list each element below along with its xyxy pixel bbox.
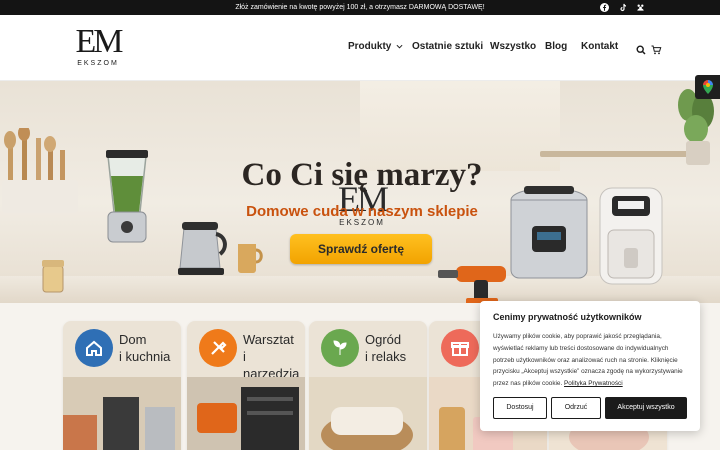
groups-icon[interactable] [635,2,646,13]
hero-title: Co Ci się marzy? [241,157,483,193]
category-label: Ogród i relaks [365,332,407,364]
tiktok-icon[interactable] [617,2,628,13]
drill-image [438,266,506,303]
announcement-text: Złóż zamówienie na kwotę powyżej 100 zł,… [235,4,485,11]
category-tile-workshop[interactable]: Warsztat i narzędzia [187,321,305,450]
nav-last-pieces[interactable]: Ostatnie sztuki [412,41,483,52]
privacy-policy-link[interactable]: Polityka Prywatności [564,380,623,387]
cookie-reject-button[interactable]: Odrzuć [551,397,601,419]
cookie-customize-button[interactable]: Dostosuj [493,397,547,419]
announcement-bar: Złóż zamówienie na kwotę powyżej 100 zł,… [0,0,720,15]
brand-wordmark: EKSZOM [77,60,119,67]
jar-image [42,260,64,293]
brand-monogram: EM [75,23,124,60]
category-label: Warsztat i narzędzia [243,332,300,381]
map-pin-tab[interactable] [695,75,720,99]
category-tile-home[interactable]: Dom i kuchnia [63,321,181,450]
category-label: Dom i kuchnia [119,332,171,364]
cookie-title: Cenimy prywatność użytkowników [493,312,642,322]
cookie-accept-button[interactable]: Akceptuj wszystko [605,397,687,419]
cookie-text: Używamy plików cookie, aby poprawić jako… [493,331,687,390]
leaf-icon [321,329,359,367]
category-photo [187,377,305,450]
house-icon [75,329,113,367]
air-fryer-image [599,187,663,285]
search-icon[interactable] [636,42,647,55]
gift-icon [441,329,479,367]
tools-icon [199,329,237,367]
blender-image [106,150,148,243]
nav-contact[interactable]: Kontakt [581,41,618,52]
category-photo [309,377,427,450]
hero-cta-button[interactable]: Sprawdź ofertę [290,234,432,264]
utensils-image [2,128,78,213]
map-pin-icon [702,80,713,94]
nav-products[interactable]: Produkty [348,41,403,52]
site-header: EM EKSZOM Produkty Ostatnie sztuki Wszys… [0,15,720,81]
cookie-consent-banner: Cenimy prywatność użytkowników Używamy p… [480,301,700,431]
cookie-buttons: Dostosuj Odrzuć Akceptuj wszystko [493,397,687,419]
facebook-icon[interactable] [599,2,610,13]
chevron-down-icon [396,44,403,49]
cart-icon[interactable] [651,42,662,55]
nav-all[interactable]: Wszystko [490,41,536,52]
hero-banner[interactable]: EM EKSZOM Co Ci się marzy? Domowe cuda w… [0,81,720,303]
category-tile-garden[interactable]: Ogród i relaks [309,321,427,450]
hero-subtitle: Domowe cuda w naszym sklepie [246,203,478,220]
kettle-image [178,222,227,275]
mug-image [238,244,263,273]
nav-blog[interactable]: Blog [545,41,567,52]
nav-products-label: Produkty [348,41,392,52]
category-photo [63,377,181,450]
brand-logo[interactable]: EM EKSZOM [74,23,124,73]
